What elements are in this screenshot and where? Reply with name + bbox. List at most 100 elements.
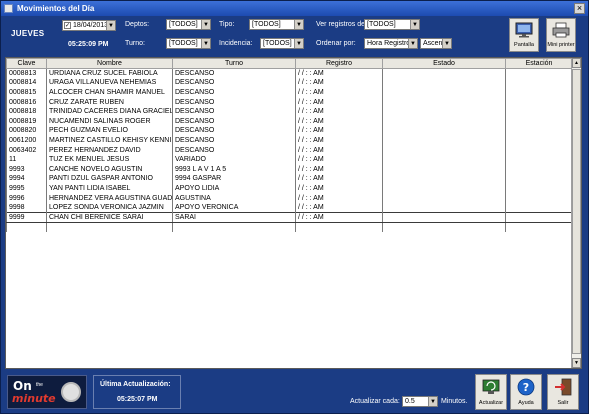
table-row[interactable]: 11 TUZ EK MENUEL JESUS VARIADO / / : : AM: [6, 154, 573, 165]
minutes-label: Minutos.: [441, 398, 468, 405]
cell-estado: [382, 78, 506, 88]
ver-registros-value: [TODOS]: [367, 21, 396, 28]
table-row[interactable]: 0008813 URDIANA CRUZ SUCEL FABIOLA DESCANS…: [6, 68, 573, 79]
cell-turno: APOYO VERONICA: [172, 202, 296, 213]
incidencia-select[interactable]: [TODOS] ▼: [260, 38, 304, 49]
cell-estacion: [505, 87, 573, 98]
chevron-down-icon[interactable]: ▼: [408, 39, 417, 48]
table-row[interactable]: 0008814 URAGA VILLANUEVA NEHEMIAS DESCANSO…: [6, 78, 573, 88]
close-button[interactable]: ×: [574, 3, 585, 14]
salir-button[interactable]: Salir: [547, 374, 579, 410]
table-row[interactable]: 9995 YAN PANTI LIDIA ISABEL APOYO LIDIA / /…: [6, 183, 573, 194]
tipo-select[interactable]: [TODOS] ▼: [249, 19, 304, 30]
cell-turno: DESCANSO: [172, 135, 296, 146]
mini-printer-button[interactable]: Mini printer: [546, 18, 576, 52]
cell-clave: 0008813: [6, 68, 47, 79]
cell-nombre: TUZ EK MENUEL JESUS: [46, 154, 173, 165]
scroll-up-icon[interactable]: ▲: [572, 58, 581, 68]
cell-estacion: [505, 78, 573, 88]
cell-estado: [382, 145, 506, 155]
empty-cell: [505, 222, 573, 232]
cell-estacion: [505, 183, 573, 194]
cell-estacion: [505, 164, 573, 175]
cell-estado: [382, 174, 506, 184]
table-row[interactable]: 0008818 TRINIDAD CACERES DIANA GRACIELA DE…: [6, 106, 573, 117]
cell-estado: [382, 87, 506, 98]
table-row[interactable]: 0061200 MARTINEZ CASTILLO KEHISY KENNI DES…: [6, 135, 573, 146]
cell-registro: / / : : AM: [295, 154, 383, 165]
cell-estado: [382, 202, 506, 213]
cell-clave: 9999: [6, 211, 47, 223]
actualizar-button[interactable]: Actualizar: [475, 374, 507, 410]
cell-estado: [382, 154, 506, 165]
scroll-thumb[interactable]: [572, 69, 581, 354]
cell-turno: DESCANSO: [172, 78, 296, 88]
cell-clave: 0008818: [6, 106, 47, 117]
chevron-down-icon[interactable]: ▼: [294, 20, 303, 29]
vertical-scrollbar[interactable]: ▲ ▼: [571, 58, 581, 368]
ordenar-select[interactable]: Hora Registro ▼: [364, 38, 418, 49]
chevron-down-icon[interactable]: ▼: [201, 39, 210, 48]
last-update-label: Última Actualización:: [100, 381, 171, 388]
cell-registro: / / : : AM: [295, 87, 383, 98]
table-row[interactable]: 0063402 PEREZ HERNANDEZ DAVID DESCANSO / / …: [6, 145, 573, 155]
chevron-down-icon[interactable]: ▼: [294, 39, 303, 48]
monitor-icon: [515, 22, 533, 38]
date-checkbox[interactable]: ✓: [64, 22, 71, 29]
column-header-registro[interactable]: Registro: [295, 58, 383, 69]
turno-select[interactable]: [TODOS] ▼: [166, 38, 211, 49]
ver-registros-select[interactable]: [TODOS] ▼: [364, 19, 420, 30]
day-label: JUEVES: [11, 29, 45, 38]
column-header-estado[interactable]: Estado: [382, 58, 506, 69]
table-row[interactable]: 9996 HERNANDEZ VERA AGUSTINA GUADAL AGUSTI…: [6, 193, 573, 203]
cell-estacion: [505, 211, 573, 223]
pantalla-button[interactable]: Pantalla: [509, 18, 539, 52]
table-row[interactable]: 0008820 PECH GUZMAN EVELIO DESCANSO / / : :…: [6, 126, 573, 136]
header-panel: JUEVES ✓ 18/04/2013 ▼ 05:25:09 PM Deptos…: [1, 16, 588, 56]
cell-nombre: PANTI DZUL GASPAR ANTONIO: [46, 174, 173, 184]
cell-registro: / / : : AM: [295, 126, 383, 136]
table-header-row: Clave Nombre Turno Registro Estado Estac…: [6, 58, 573, 69]
chevron-down-icon[interactable]: ▼: [410, 20, 419, 29]
order-direction-select[interactable]: Ascen ▼: [420, 38, 452, 49]
ayuda-button-label: Ayuda: [518, 400, 534, 406]
column-header-estacion[interactable]: Estación: [505, 58, 573, 69]
cell-clave: 11: [6, 154, 47, 165]
cell-registro: / / : : AM: [295, 202, 383, 213]
chevron-down-icon[interactable]: ▼: [201, 20, 210, 29]
table-row[interactable]: 9994 PANTI DZUL GASPAR ANTONIO 9994 GASPAR…: [6, 174, 573, 184]
movements-grid[interactable]: Clave Nombre Turno Registro Estado Estac…: [5, 57, 582, 369]
chevron-down-icon[interactable]: ▼: [106, 21, 115, 30]
chevron-down-icon[interactable]: ▼: [428, 397, 437, 406]
cell-nombre: NUCAMENDI SALINAS ROGER: [46, 116, 173, 127]
cell-turno: VARIADO: [172, 154, 296, 165]
chevron-down-icon[interactable]: ▼: [442, 39, 451, 48]
mini-printer-button-label: Mini printer: [547, 42, 575, 48]
table-row[interactable]: 9998 LOPEZ SONDA VERONICA JAZMIN APOYO VER…: [6, 202, 573, 213]
cell-turno: SARAI: [172, 211, 296, 223]
cell-estacion: [505, 154, 573, 165]
deptos-select[interactable]: [TODOS] ▼: [166, 19, 211, 30]
cell-estado: [382, 193, 506, 203]
cell-registro: / / : : AM: [295, 97, 383, 107]
column-header-clave[interactable]: Clave: [6, 58, 47, 69]
cell-registro: / / : : AM: [295, 174, 383, 184]
column-header-nombre[interactable]: Nombre: [46, 58, 173, 69]
table-row[interactable]: 0008815 ALCOCER CHAN SHAMIR MANUEL DESCANS…: [6, 87, 573, 98]
cell-turno: 9993 L A V 1 A 5: [172, 164, 296, 175]
scroll-down-icon[interactable]: ▼: [572, 358, 581, 368]
table-row[interactable]: 9993 CANCHE NOVELO AGUSTIN 9993 L A V 1 A …: [6, 164, 573, 175]
cell-turno: DESCANSO: [172, 116, 296, 127]
cell-clave: 0008820: [6, 126, 47, 136]
cell-nombre: PECH GUZMAN EVELIO: [46, 126, 173, 136]
cell-estacion: [505, 193, 573, 203]
cell-estacion: [505, 126, 573, 136]
refresh-interval-select[interactable]: 0.5 ▼: [402, 396, 438, 407]
table-row[interactable]: 0008819 NUCAMENDI SALINAS ROGER DESCANSO / …: [6, 116, 573, 127]
date-picker[interactable]: ✓ 18/04/2013 ▼: [62, 20, 116, 31]
cell-nombre: MARTINEZ CASTILLO KEHISY KENNI: [46, 135, 173, 146]
column-header-turno[interactable]: Turno: [172, 58, 296, 69]
table-row[interactable]: 9999 CHAN CHI BERENICE SARAI SARAI / / : : …: [6, 211, 573, 223]
table-row[interactable]: 0008816 CRUZ ZARATE RUBEN DESCANSO / / : : …: [6, 97, 573, 107]
ayuda-button[interactable]: ? Ayuda: [510, 374, 542, 410]
